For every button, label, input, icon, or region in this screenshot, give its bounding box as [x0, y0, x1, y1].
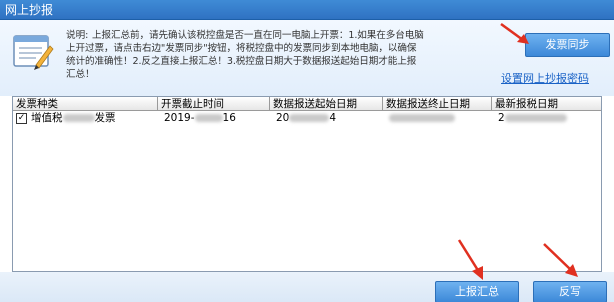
cell-invoice-type: 增值税 发票 — [28, 111, 158, 126]
table-header: 发票种类 开票截止时间 数据报送起始日期 数据报送终止日期 最新报税日期 — [13, 97, 601, 111]
row-checkbox[interactable]: ✓ — [16, 113, 27, 124]
writeback-button[interactable]: 反写 — [533, 281, 607, 302]
footer-bar: 上报汇总 反写 — [0, 272, 614, 302]
notice-line-3: 统计的准确性！2.反之直接上报汇总！3.税控盘日期大于数据报送起始日期才能上报 — [66, 56, 417, 67]
col-header-type[interactable]: 发票种类 — [13, 97, 158, 111]
notepad-pencil-icon — [13, 35, 54, 70]
cell-cutoff-suffix: 16 — [222, 112, 236, 124]
red-arrow-icon — [500, 22, 529, 44]
col-header-cutoff[interactable]: 开票截止时间 — [158, 97, 270, 111]
notice-text: 说明: 上报汇总前，请先确认该税控盘是否一直在同一电脑上开票：1.如果在多台电脑… — [66, 29, 498, 81]
notice-line-1: 上报汇总前，请先确认该税控盘是否一直在同一电脑上开票：1.如果在多台电脑 — [92, 30, 424, 41]
cell-invoice-type-prefix: 增值税 — [31, 112, 63, 124]
cell-latest-prefix: 2 — [498, 112, 505, 124]
cell-start-suffix: 4 — [329, 112, 337, 124]
col-header-latest-tax-date[interactable]: 最新报税日期 — [492, 97, 601, 111]
red-arrow-icon — [457, 239, 483, 280]
cell-start-prefix: 20 — [276, 112, 290, 124]
notice-line-2: 上开过票，请点击右边"发票同步"按钮，将税控盘中的发票同步到本地电脑，以确保 — [66, 43, 417, 54]
col-header-end-date[interactable]: 数据报送终止日期 — [383, 97, 492, 111]
invoice-table: 发票种类 开票截止时间 数据报送起始日期 数据报送终止日期 最新报税日期 ✓ 增… — [12, 96, 602, 272]
report-summary-button[interactable]: 上报汇总 — [435, 281, 519, 302]
red-arrow-icon — [543, 243, 578, 277]
redacted-blur — [504, 114, 567, 122]
redacted-blur — [389, 114, 455, 122]
table-row[interactable]: ✓ 增值税 发票 2019- 16 20 4 2 — [13, 111, 601, 126]
cell-invoice-type-suffix: 发票 — [94, 112, 116, 124]
cell-cutoff-time: 2019- 16 — [161, 111, 271, 126]
cell-latest-tax-date: 2 — [495, 111, 601, 126]
col-header-start-date[interactable]: 数据报送起始日期 — [270, 97, 383, 111]
window-title: 网上抄报 — [5, 3, 54, 17]
cell-end-date — [386, 111, 492, 126]
cell-start-date: 20 4 — [273, 111, 383, 126]
set-password-link[interactable]: 设置网上抄报密码 — [501, 70, 589, 86]
window-title-bar: 网上抄报 — [0, 0, 614, 20]
invoice-sync-button[interactable]: 发票同步 — [525, 33, 610, 57]
redacted-blur — [289, 114, 330, 122]
notice-line-4: 汇总！ — [66, 69, 95, 80]
redacted-blur — [62, 114, 95, 122]
cell-cutoff-prefix: 2019- — [164, 112, 195, 124]
redacted-blur — [194, 114, 223, 122]
